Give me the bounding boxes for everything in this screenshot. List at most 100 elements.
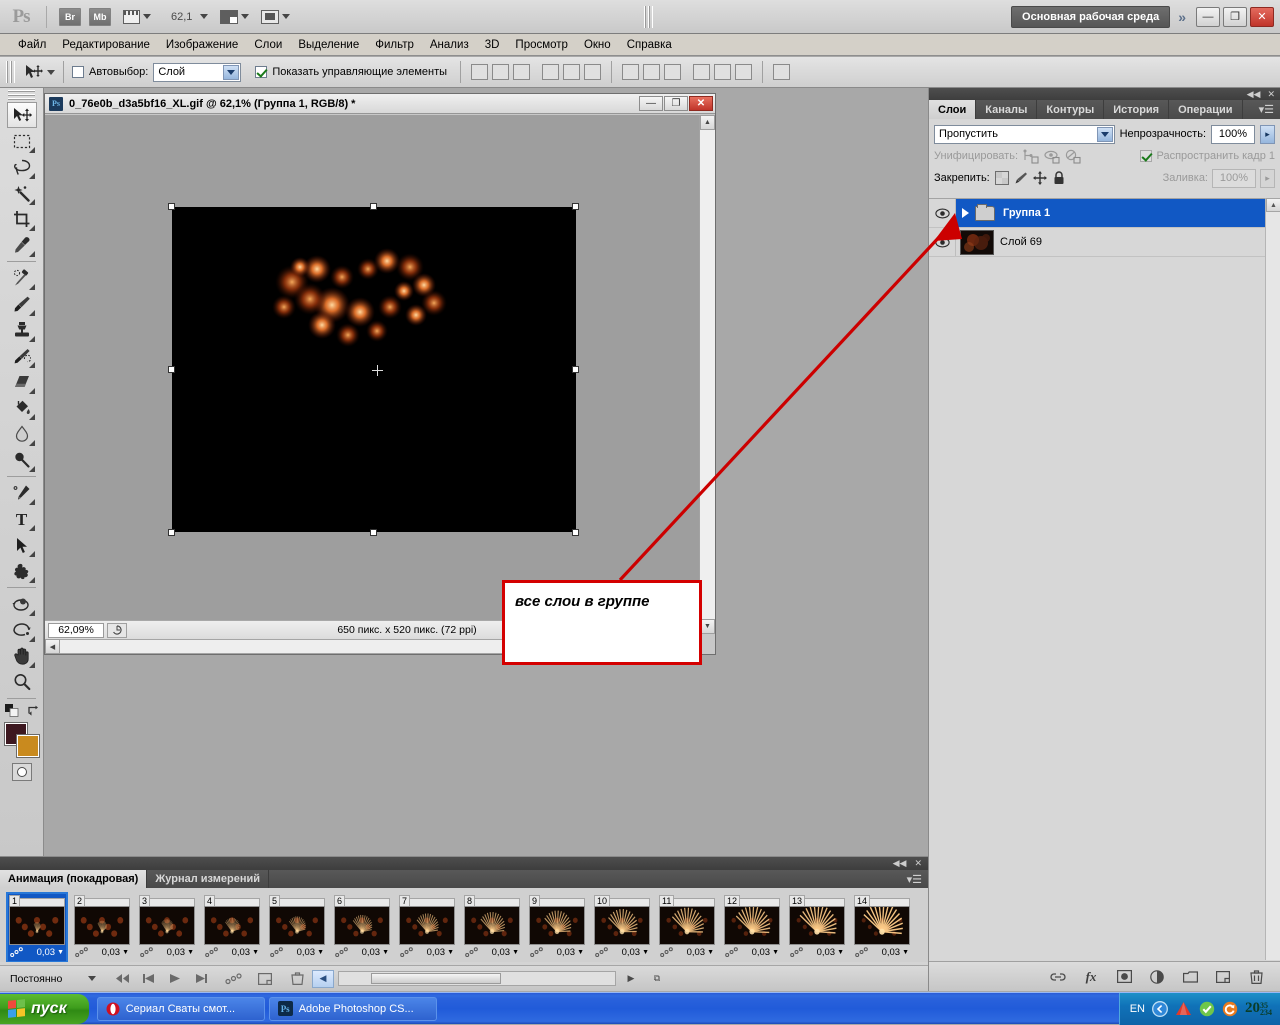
align-bottom-edges-icon[interactable] xyxy=(513,64,530,80)
scroll-down-button[interactable]: ▼ xyxy=(700,619,715,634)
animation-frame-thumbnail[interactable] xyxy=(854,906,910,945)
launch-mini-bridge-button[interactable]: Mb xyxy=(89,8,111,26)
background-color-swatch[interactable] xyxy=(17,735,39,757)
unify-visibility-icon[interactable] xyxy=(1044,149,1060,164)
autoselect-checkbox[interactable] xyxy=(72,66,84,78)
frame-tween-icon[interactable] xyxy=(270,947,283,958)
animation-frame-delay[interactable]: 0,03 xyxy=(687,947,706,958)
magic-wand-tool[interactable] xyxy=(7,180,37,206)
unify-position-icon[interactable] xyxy=(1023,149,1039,164)
default-colors-icon[interactable] xyxy=(5,704,19,717)
animation-frame[interactable]: 60,03▼ xyxy=(331,892,393,962)
tab-measurement-log[interactable]: Журнал измерений xyxy=(147,870,269,888)
eyedropper-tool[interactable] xyxy=(7,232,37,258)
blur-tool[interactable] xyxy=(7,421,37,447)
layers-list-scrollbar[interactable]: ▲ xyxy=(1265,198,1280,960)
align-right-edges-icon[interactable] xyxy=(584,64,601,80)
eraser-tool[interactable] xyxy=(7,369,37,395)
frame-delay-chevron-icon[interactable]: ▼ xyxy=(122,949,129,956)
screen-mode-button[interactable] xyxy=(261,5,290,29)
opacity-slider-button[interactable]: ▸ xyxy=(1260,125,1275,144)
brush-tool[interactable] xyxy=(7,291,37,317)
layer-visibility-toggle-layer-69[interactable] xyxy=(929,228,956,256)
transform-handle-tl[interactable] xyxy=(168,203,175,210)
frame-delay-chevron-icon[interactable]: ▼ xyxy=(382,949,389,956)
workspace-more-chevron-icon[interactable]: » xyxy=(1178,9,1186,25)
history-brush-tool[interactable] xyxy=(7,343,37,369)
transform-handle-tc[interactable] xyxy=(370,203,377,210)
animation-frame-delay[interactable]: 0,03 xyxy=(882,947,901,958)
frame-tween-icon[interactable] xyxy=(725,947,738,958)
fill-input[interactable]: 100% xyxy=(1212,169,1256,188)
distribute-left-edges-icon[interactable] xyxy=(693,64,710,80)
avast-icon[interactable] xyxy=(1175,1001,1192,1016)
menu-item-edit[interactable]: Редактирование xyxy=(54,37,158,53)
animation-frame-delay[interactable]: 0,03 xyxy=(492,947,511,958)
menu-item-select[interactable]: Выделение xyxy=(290,37,367,53)
workspace-selector-button[interactable]: Основная рабочая среда xyxy=(1011,6,1170,28)
layer-row-group-1[interactable]: Группа 1 xyxy=(929,199,1280,228)
animation-frame[interactable]: 140,03▼ xyxy=(851,892,913,962)
canvas-vertical-scrollbar[interactable]: ▲ ▼ xyxy=(699,115,715,634)
start-button[interactable]: пуск xyxy=(0,994,89,1024)
frame-delay-chevron-icon[interactable]: ▼ xyxy=(187,949,194,956)
options-bar-grip[interactable] xyxy=(6,61,15,83)
dodge-tool[interactable] xyxy=(7,447,37,473)
link-layers-icon[interactable] xyxy=(1050,969,1066,985)
rectangular-marquee-tool[interactable] xyxy=(7,128,37,154)
frame-tween-icon[interactable] xyxy=(465,947,478,958)
system-clock[interactable]: 20 35 234 xyxy=(1245,1000,1272,1017)
new-layer-icon[interactable] xyxy=(1215,969,1231,985)
animation-frame-delay[interactable]: 0,03 xyxy=(37,947,56,958)
animation-frames-scrollbar[interactable] xyxy=(338,971,616,986)
lasso-tool[interactable] xyxy=(7,154,37,180)
language-indicator[interactable]: EN xyxy=(1130,1003,1145,1015)
animation-frame[interactable]: 80,03▼ xyxy=(461,892,523,962)
animation-frame-delay[interactable]: 0,03 xyxy=(752,947,771,958)
tween-frames-icon[interactable] xyxy=(222,970,244,988)
animation-frame-thumbnail[interactable] xyxy=(399,906,455,945)
animation-frame[interactable]: 70,03▼ xyxy=(396,892,458,962)
chevron-down-icon[interactable] xyxy=(88,976,96,981)
close-dock-icon[interactable]: ✕ xyxy=(1267,90,1275,99)
frame-tween-icon[interactable] xyxy=(205,947,218,958)
canvas-area[interactable] xyxy=(45,115,700,634)
animation-panel-resize-icon[interactable]: ⧉ xyxy=(646,970,668,988)
align-top-edges-icon[interactable] xyxy=(471,64,488,80)
layer-name-group-1[interactable]: Группа 1 xyxy=(1003,207,1050,219)
hand-tool[interactable] xyxy=(7,643,37,669)
layer-thumbnail-layer-69[interactable] xyxy=(960,230,994,255)
move-tool[interactable] xyxy=(7,102,37,128)
spot-healing-brush-tool[interactable] xyxy=(7,265,37,291)
distribute-top-edges-icon[interactable] xyxy=(622,64,639,80)
animation-panel-menu-icon[interactable]: ▾☰ xyxy=(901,870,928,888)
document-profile-icon[interactable] xyxy=(107,623,127,638)
animation-scroll-right-icon[interactable]: ▶ xyxy=(620,970,642,988)
document-title-bar[interactable]: Ps 0_76e0b_d3a5bf16_XL.gif @ 62,1% (Груп… xyxy=(45,94,715,114)
select-first-frame-icon[interactable] xyxy=(112,970,134,988)
frame-tween-icon[interactable] xyxy=(790,947,803,958)
taskbar-item-opera[interactable]: Сериал Сваты смот... xyxy=(97,997,265,1021)
animation-frame-thumbnail[interactable] xyxy=(789,906,845,945)
quick-mask-mode-button[interactable] xyxy=(12,763,32,781)
pen-tool[interactable] xyxy=(7,480,37,506)
menu-item-analysis[interactable]: Анализ xyxy=(422,37,477,53)
lock-transparent-pixels-icon[interactable] xyxy=(995,171,1009,185)
animation-frame-delay[interactable]: 0,03 xyxy=(232,947,251,958)
layer-style-icon[interactable]: fx xyxy=(1083,969,1099,985)
delete-layer-icon[interactable] xyxy=(1248,969,1264,985)
menu-item-filter[interactable]: Фильтр xyxy=(367,37,422,53)
distribute-vertical-centers-icon[interactable] xyxy=(643,64,660,80)
animation-frame-delay[interactable]: 0,03 xyxy=(622,947,641,958)
animation-frame-delay[interactable]: 0,03 xyxy=(297,947,316,958)
menu-item-window[interactable]: Окно xyxy=(576,37,619,53)
autoselect-target-select[interactable]: Слой xyxy=(153,63,241,82)
tab-animation-frames[interactable]: Анимация (покадровая) xyxy=(0,870,147,888)
select-previous-frame-icon[interactable] xyxy=(138,970,160,988)
frame-delay-chevron-icon[interactable]: ▼ xyxy=(577,949,584,956)
layer-visibility-toggle-group-1[interactable] xyxy=(929,199,956,227)
animation-frame-delay[interactable]: 0,03 xyxy=(557,947,576,958)
animation-frame[interactable]: 100,03▼ xyxy=(591,892,653,962)
animation-frame[interactable]: 30,03▼ xyxy=(136,892,198,962)
layer-row-layer-69[interactable]: Слой 69 xyxy=(929,228,1280,257)
